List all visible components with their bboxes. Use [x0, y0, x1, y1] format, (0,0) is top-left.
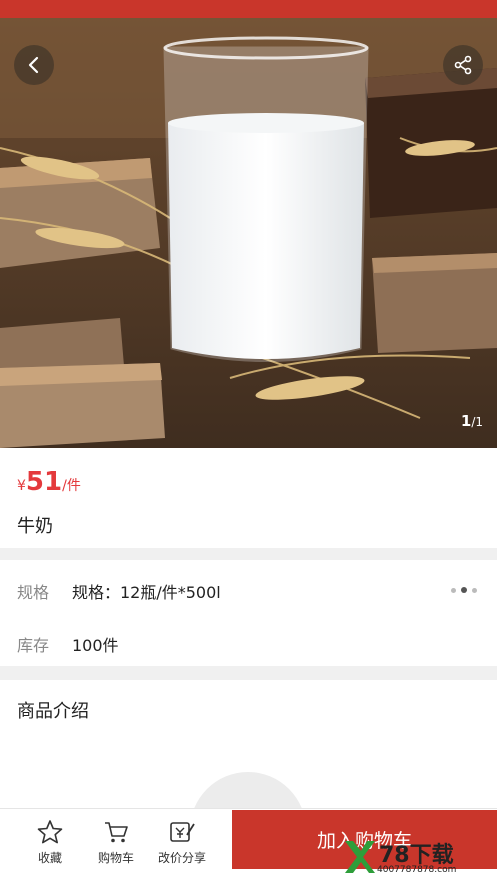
product-name: 牛奶 [17, 516, 53, 537]
intro-title: 商品介绍 [17, 701, 89, 722]
price-share-label: 改价分享 [157, 851, 206, 865]
price-value: 51 [25, 467, 63, 497]
share-icon [454, 55, 472, 75]
watermark: 78下载 4007787878.com [341, 837, 491, 877]
favorite-button[interactable]: 收藏 [20, 819, 80, 866]
milk-photo [0, 18, 497, 448]
dot-active [461, 587, 467, 593]
dot [451, 587, 456, 593]
more-options-dots[interactable] [451, 587, 477, 593]
chevron-left-icon [28, 56, 39, 74]
watermark-logo-icon [345, 841, 375, 873]
edit-price-icon [170, 822, 195, 842]
currency-symbol: ¥ [17, 478, 26, 494]
gallery-current: 1 [460, 412, 472, 430]
cart-icon [105, 822, 128, 843]
stock-value: 100件 [72, 636, 119, 655]
price-unit: /件 [62, 478, 81, 494]
product-image[interactable] [0, 18, 497, 448]
price-card [0, 448, 497, 548]
back-button[interactable] [14, 45, 54, 85]
watermark-url: 4007787878.com [377, 865, 457, 875]
spec-label: 规格 [17, 583, 50, 602]
cart-label: 购物车 [97, 851, 134, 865]
star-icon [37, 820, 63, 844]
cart-button[interactable]: 购物车 [86, 819, 146, 866]
share-button[interactable] [443, 45, 483, 85]
price: ¥51/件 [17, 467, 81, 497]
stock-label: 库存 [17, 636, 50, 655]
gallery-pager: 1/1 [461, 412, 483, 430]
favorite-label: 收藏 [37, 851, 62, 865]
dot [472, 587, 477, 593]
price-share-button[interactable]: 改价分享 [152, 819, 212, 866]
spec-value[interactable]: 规格：12瓶/件*500l [72, 579, 221, 603]
status-bar [0, 0, 497, 18]
gallery-total: /1 [471, 415, 483, 429]
